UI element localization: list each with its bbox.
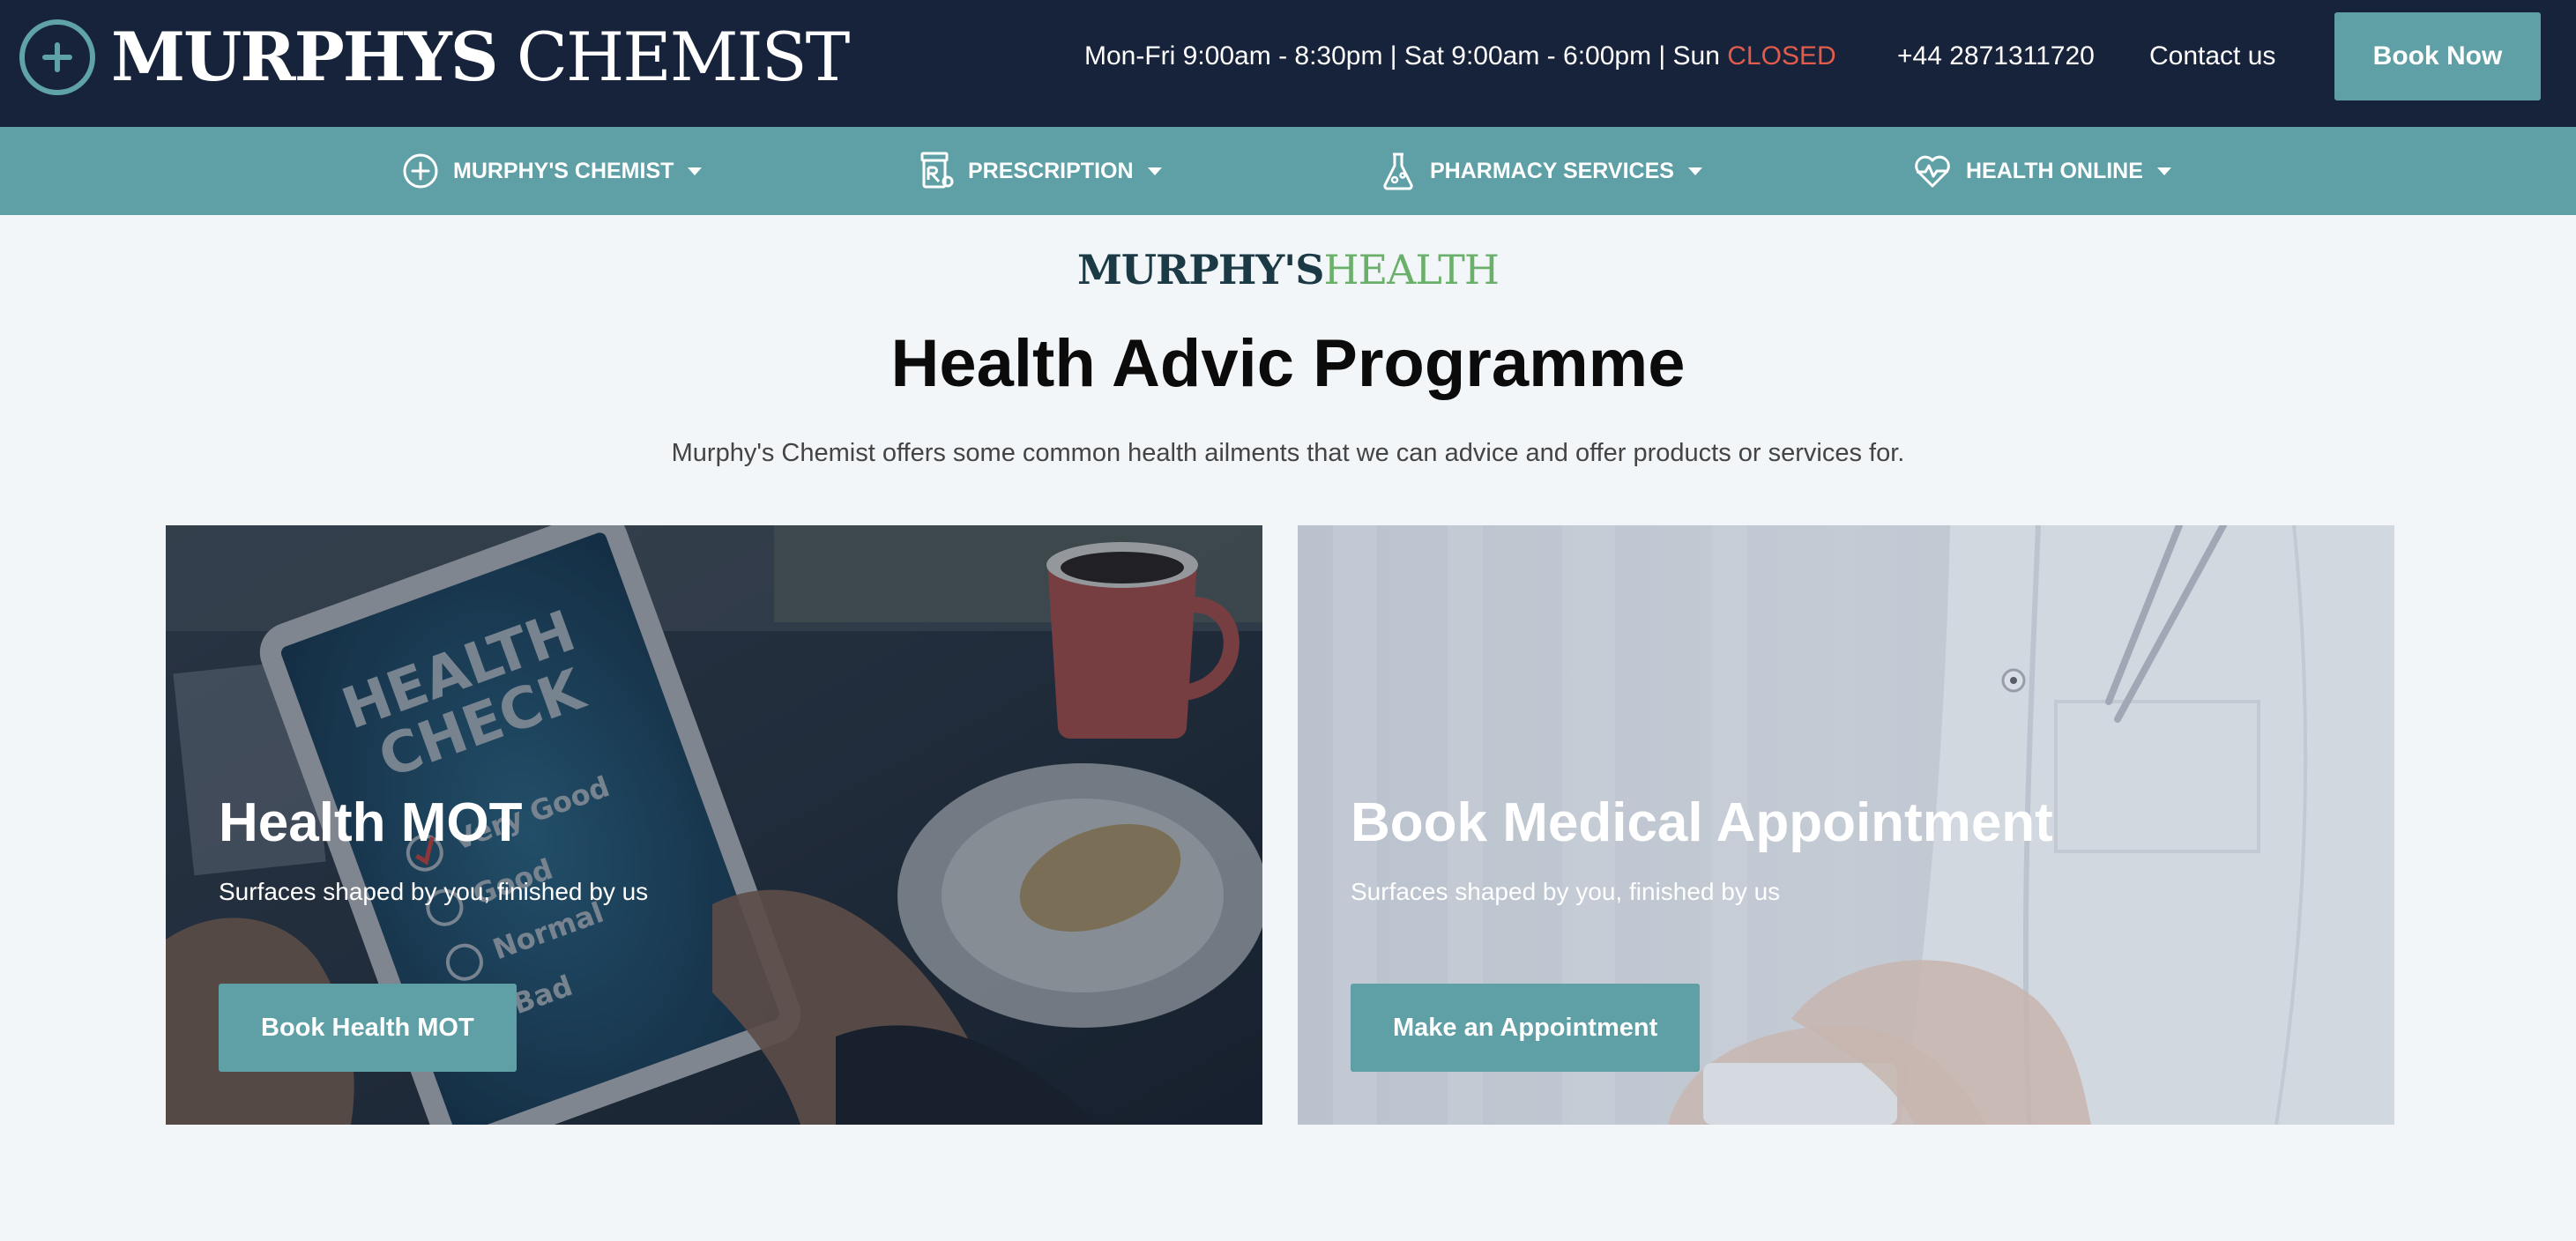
chevron-down-icon — [688, 167, 703, 175]
nav-item-pharmacy-services[interactable]: PHARMACY SERVICES — [1381, 127, 1702, 215]
nav-item-murphys-chemist[interactable]: MURPHY'S CHEMIST — [402, 127, 703, 215]
nav-label-prescription: PRESCRIPTION — [968, 158, 1134, 183]
phone-link[interactable]: +44 2871311720 — [1897, 39, 2095, 74]
health-mot-card: HEALTH CHECK Very Good Good Normal Bad H… — [166, 525, 1262, 1125]
brand-part-2: HEALTH — [1323, 246, 1500, 294]
murphys-health-logo: MURPHY'SHEALTH — [0, 245, 2576, 294]
health-mot-subtitle: Surfaces shaped by you, finished by us — [219, 878, 649, 905]
plus-circle-logo-icon — [19, 19, 95, 95]
chevron-down-icon — [2156, 167, 2171, 175]
medical-appointment-subtitle: Surfaces shaped by you, finished by us — [1351, 878, 1781, 905]
make-appointment-button[interactable]: Make an Appointment — [1351, 984, 1701, 1072]
medical-appointment-title: Book Medical Appointment — [1351, 792, 2053, 853]
plus-circle-icon — [403, 153, 438, 189]
flask-icon — [1383, 152, 1413, 190]
book-health-mot-button[interactable]: Book Health MOT — [219, 984, 517, 1072]
book-now-button[interactable]: Book Now — [2334, 12, 2541, 100]
medical-appointment-card: Book Medical Appointment Surfaces shaped… — [1298, 525, 2394, 1125]
chevron-down-icon — [1147, 167, 1162, 175]
logo-text: MURPHYS CHEMIST — [111, 24, 850, 91]
opening-hours: Mon-Fri 9:00am - 8:30pm | Sat 9:00am - 6… — [1084, 39, 1836, 74]
nav-label-health-online: HEALTH ONLINE — [1966, 158, 2143, 183]
logo-text-light: CHEMIST — [516, 18, 851, 96]
main-nav: MURPHY'S CHEMIST PRESCRIPTION PHARMACY S… — [0, 127, 2576, 215]
health-mot-title: Health MOT — [219, 792, 523, 853]
nav-label-pharmacy-services: PHARMACY SERVICES — [1430, 158, 1674, 183]
prescription-icon — [920, 152, 954, 189]
site-logo[interactable]: MURPHYS CHEMIST — [19, 18, 850, 97]
nav-item-prescription[interactable]: PRESCRIPTION — [919, 127, 1162, 215]
sunday-closed-label: CLOSED — [1727, 41, 1836, 71]
page-subtitle: Murphy's Chemist offers some common heal… — [671, 439, 1905, 467]
contact-us-link[interactable]: Contact us — [2149, 39, 2275, 74]
top-header: MURPHYS CHEMIST Mon-Fri 9:00am - 8:30pm … — [0, 0, 2576, 127]
page-title: Health Advic Programme — [890, 326, 1686, 401]
nav-item-health-online[interactable]: HEALTH ONLINE — [1913, 127, 2171, 215]
opening-hours-text: Mon-Fri 9:00am - 8:30pm | Sat 9:00am - 6… — [1084, 41, 1720, 71]
heartbeat-icon — [1915, 155, 1950, 188]
chevron-down-icon — [1687, 167, 1702, 175]
nav-label-murphys-chemist: MURPHY'S CHEMIST — [453, 158, 674, 183]
brand-part-1: MURPHY'S — [1077, 246, 1324, 294]
logo-text-bold: MURPHYS — [111, 18, 499, 96]
